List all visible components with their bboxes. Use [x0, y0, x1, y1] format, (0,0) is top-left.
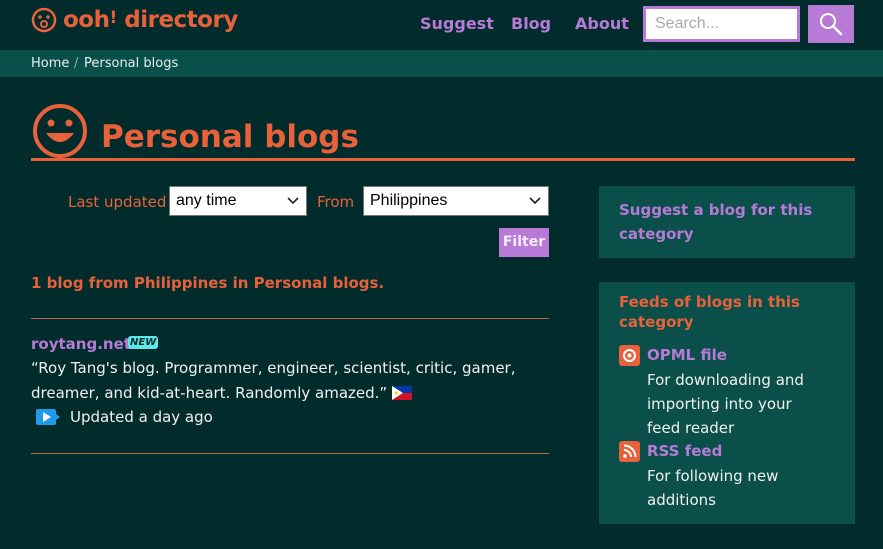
title-divider — [31, 158, 855, 161]
last-updated-value: any time — [176, 192, 237, 209]
suggest-panel: Suggest a blog for this category — [599, 186, 855, 258]
updated-status: Updated a day ago — [36, 408, 213, 426]
nav-blog[interactable]: Blog — [511, 14, 551, 33]
rss-description: For following new additions — [647, 467, 779, 509]
breadcrumb: Home / Personal blogs — [0, 50, 883, 77]
last-updated-label: Last updated — [68, 193, 167, 211]
search-input[interactable]: Search... — [643, 6, 800, 42]
divider — [31, 318, 549, 319]
feeds-title: Feeds of blogs in this category — [619, 293, 800, 331]
breadcrumb-home[interactable]: Home — [31, 56, 69, 71]
chevron-down-icon — [529, 197, 541, 205]
top-header: ooh! directory Suggest Blog About Search… — [0, 0, 883, 50]
country-value: Philippines — [370, 192, 448, 209]
blog-description: “Roy Tang's blog. Programmer, engineer, … — [31, 356, 551, 406]
rss-feed-link[interactable]: RSS feed — [647, 442, 722, 460]
filter-button[interactable]: Filter — [499, 228, 549, 257]
updated-text: Updated a day ago — [70, 408, 213, 426]
search-button[interactable] — [808, 5, 854, 43]
page-header: Personal blogs — [31, 102, 359, 160]
breadcrumb-separator: / — [74, 56, 79, 71]
breadcrumb-current: Personal blogs — [84, 56, 179, 71]
chevron-down-icon — [287, 197, 299, 205]
rss-icon — [619, 441, 640, 462]
blog-description-text: “Roy Tang's blog. Programmer, engineer, … — [31, 359, 516, 402]
divider — [31, 453, 549, 454]
country-select[interactable]: Philippines — [363, 186, 549, 216]
blog-link[interactable]: roytang.net — [31, 335, 131, 353]
search-icon — [820, 13, 843, 36]
page-title: Personal blogs — [101, 119, 359, 155]
smiley-logo-icon — [31, 7, 57, 33]
suggest-blog-link[interactable]: Suggest a blog for this category — [619, 198, 829, 246]
new-badge: NEW — [128, 336, 159, 349]
feeds-panel: Feeds of blogs in this category OPML fil… — [599, 282, 855, 524]
opml-description: For downloading and importing into your … — [647, 371, 804, 437]
philippines-flag-icon — [391, 386, 412, 400]
smiley-heading-icon — [33, 104, 87, 158]
from-label: From — [317, 193, 355, 211]
site-logo[interactable]: ooh! directory — [31, 7, 238, 33]
site-name: ooh! directory — [63, 7, 238, 33]
nav-about[interactable]: About — [575, 14, 629, 33]
opml-file-link[interactable]: OPML file — [647, 346, 727, 364]
nav-suggest[interactable]: Suggest — [420, 14, 494, 33]
results-summary: 1 blog from Philippines in Personal blog… — [31, 274, 385, 292]
last-updated-select[interactable]: any time — [169, 186, 307, 216]
opml-icon — [619, 345, 640, 366]
play-arrow-icon — [36, 409, 60, 425]
